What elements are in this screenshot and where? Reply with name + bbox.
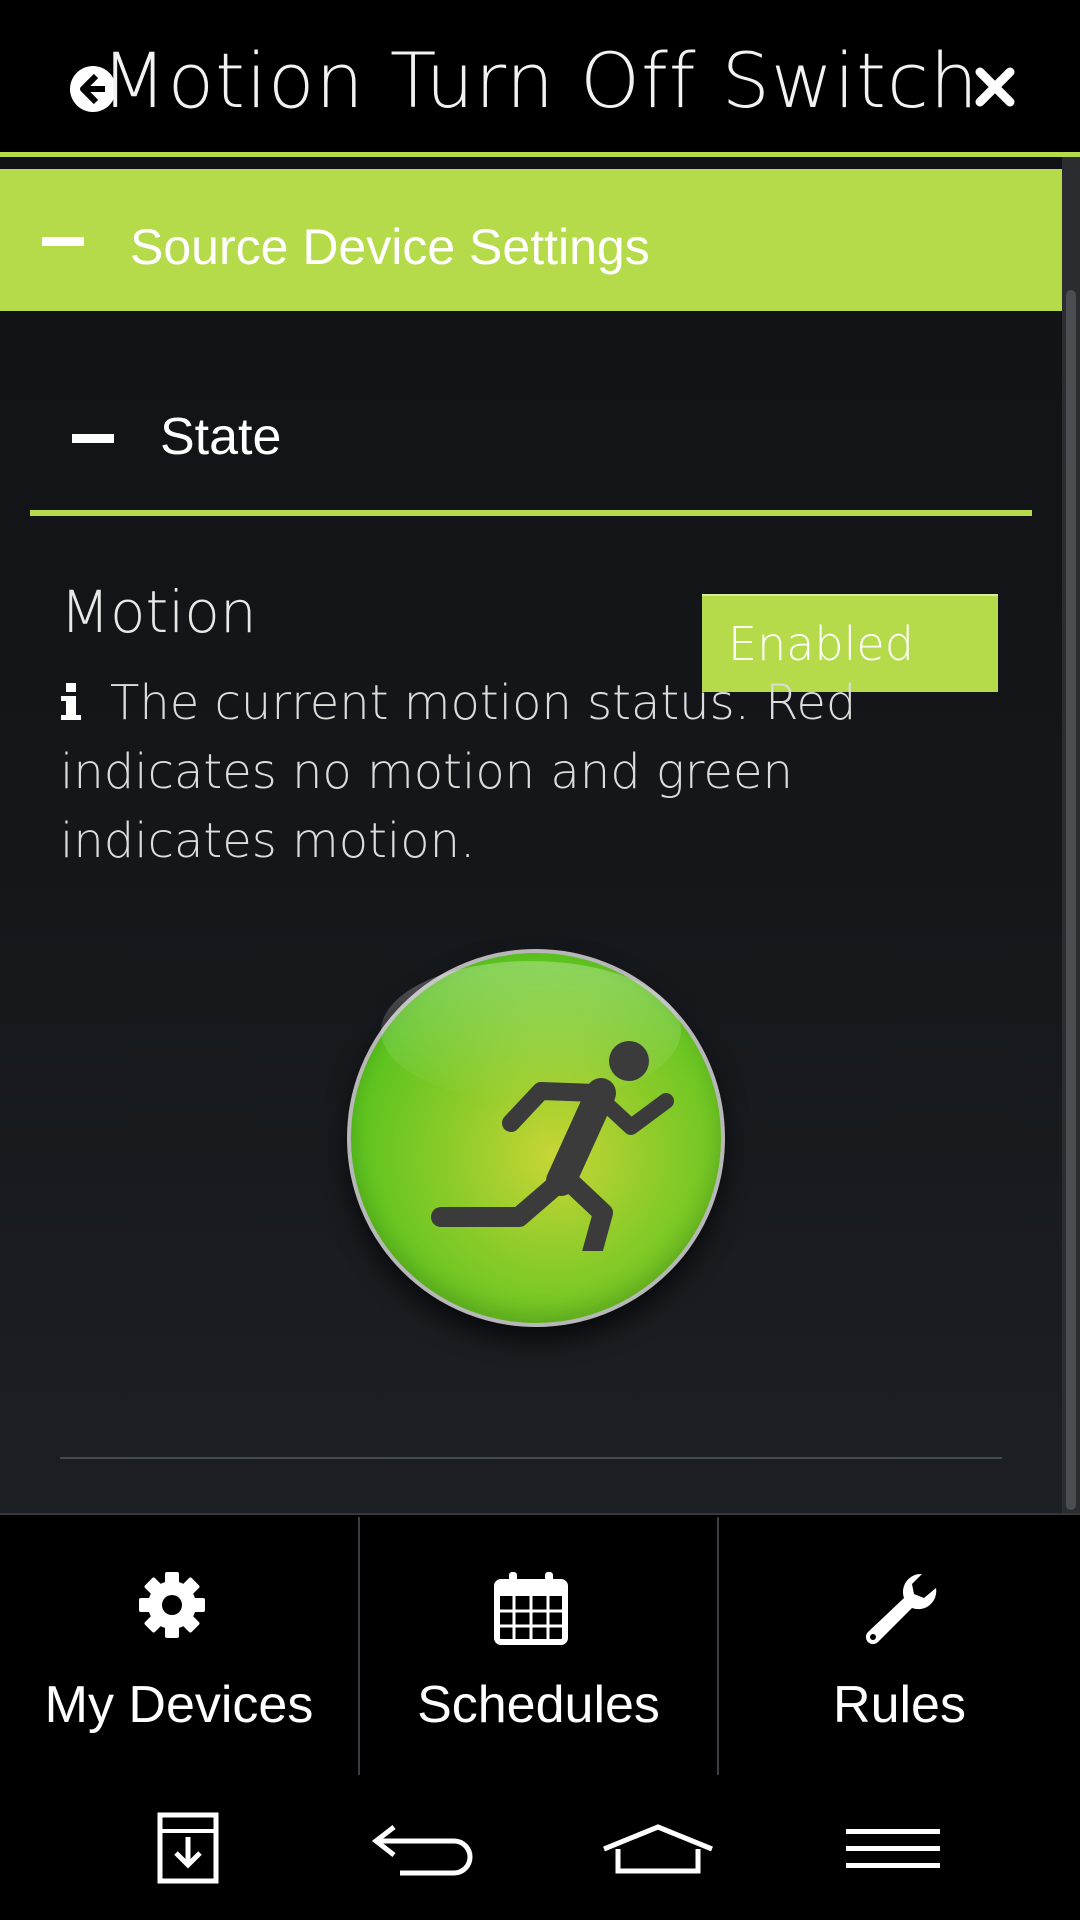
motion-description-text: The current motion status. Red indicates… [60, 675, 857, 869]
enabled-button-label: Enabled [728, 617, 914, 671]
tab-label: Rules [833, 1676, 966, 1734]
page-title: Motion Turn Off Switch [101, 36, 979, 125]
calendar-icon [494, 1572, 568, 1645]
download-icon[interactable] [156, 1811, 220, 1885]
subsection-label: State [160, 408, 282, 466]
info-icon [61, 683, 81, 720]
bottom-tab-bar: My Devices Schedules Rules [0, 1513, 1080, 1779]
minus-icon [42, 237, 84, 246]
top-bar: Motion Turn Off Switch [0, 0, 1080, 154]
state-divider [30, 510, 1032, 516]
system-nav-bar [0, 1775, 1080, 1920]
minus-icon [72, 434, 114, 443]
wrench-icon [865, 1573, 937, 1645]
section-label: Source Device Settings [130, 219, 650, 275]
scrollbar-thumb[interactable] [1066, 290, 1076, 1510]
back-icon[interactable] [370, 1821, 478, 1877]
motion-description: The current motion status. Red indicates… [60, 669, 960, 876]
content-panel: Source Device Settings State Motion Enab… [0, 157, 1062, 1513]
gear-icon [139, 1572, 205, 1638]
close-x-icon[interactable] [974, 66, 1016, 108]
tab-rules[interactable]: Rules [719, 1515, 1080, 1777]
home-icon[interactable] [600, 1823, 716, 1875]
menu-icon[interactable] [846, 1827, 940, 1871]
motion-status-indicator [347, 949, 725, 1327]
motion-label: Motion [60, 578, 257, 646]
running-person-icon [431, 1041, 674, 1251]
tab-my-devices[interactable]: My Devices [0, 1515, 358, 1777]
source-device-settings-header[interactable]: Source Device Settings [0, 169, 1062, 311]
tab-label: My Devices [44, 1676, 314, 1734]
section-divider [60, 1457, 1002, 1459]
tab-label: Schedules [417, 1676, 660, 1734]
tab-schedules[interactable]: Schedules [360, 1515, 717, 1777]
